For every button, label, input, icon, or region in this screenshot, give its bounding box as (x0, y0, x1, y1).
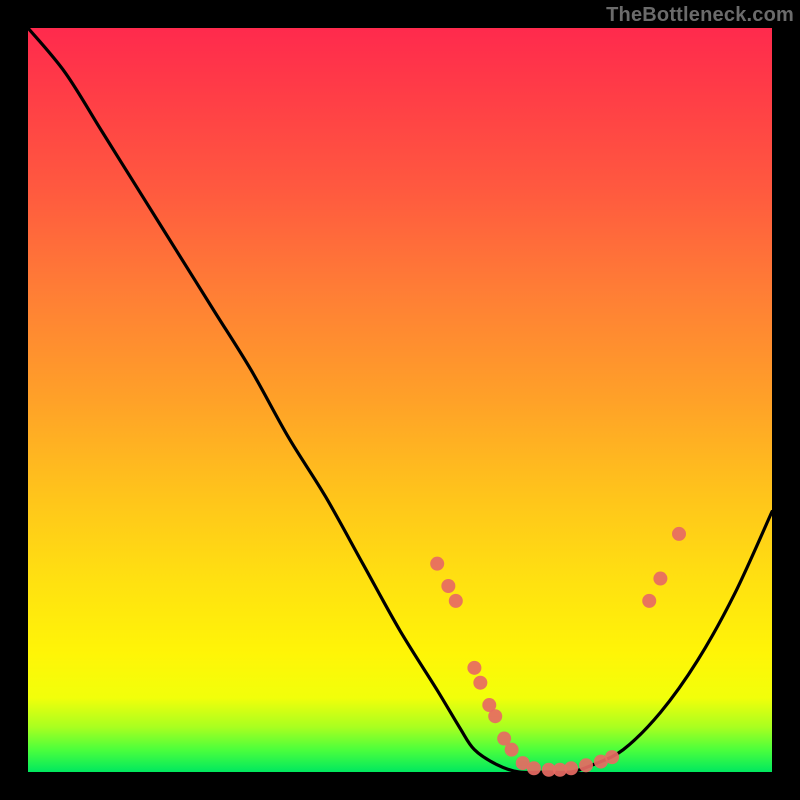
data-markers (430, 527, 686, 777)
marker-dot (473, 676, 487, 690)
marker-dot (449, 594, 463, 608)
marker-dot (527, 761, 541, 775)
marker-dot (579, 758, 593, 772)
marker-dot (505, 743, 519, 757)
marker-dot (653, 572, 667, 586)
plot-area (28, 28, 772, 772)
marker-dot (672, 527, 686, 541)
marker-dot (564, 761, 578, 775)
watermark-text: TheBottleneck.com (606, 4, 794, 27)
marker-dot (488, 709, 502, 723)
bottleneck-curve (28, 28, 772, 773)
marker-dot (441, 579, 455, 593)
marker-dot (605, 750, 619, 764)
marker-dot (467, 661, 481, 675)
marker-dot (430, 557, 444, 571)
marker-dot (642, 594, 656, 608)
chart-svg (28, 28, 772, 772)
chart-container: TheBottleneck.com (0, 0, 800, 800)
